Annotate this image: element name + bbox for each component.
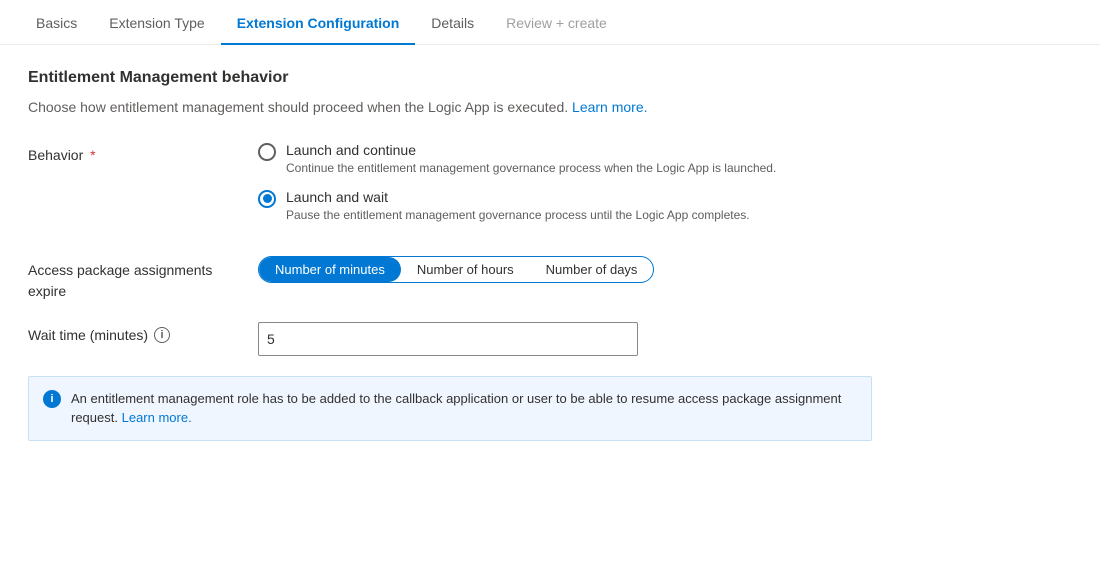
info-banner-text: An entitlement management role has to be… — [71, 389, 857, 428]
radio-desc-launch-continue: Continue the entitlement management gove… — [286, 160, 776, 177]
radio-inner-dot — [263, 194, 272, 203]
wait-time-row: Wait time (minutes) i — [28, 322, 872, 356]
behavior-row: Behavior * Launch and continue Continue … — [28, 142, 872, 236]
radio-button-launch-wait[interactable] — [258, 190, 276, 208]
toggle-minutes[interactable]: Number of minutes — [259, 257, 401, 282]
info-banner-learn-more[interactable]: Learn more. — [122, 410, 192, 425]
tab-extension-type[interactable]: Extension Type — [93, 1, 220, 45]
radio-launch-wait[interactable]: Launch and wait Pause the entitlement ma… — [258, 189, 872, 224]
learn-more-link[interactable]: Learn more. — [572, 99, 647, 115]
radio-launch-continue[interactable]: Launch and continue Continue the entitle… — [258, 142, 872, 177]
access-expire-label: Access package assignments expire — [28, 256, 258, 302]
required-indicator: * — [86, 147, 95, 163]
behavior-options: Launch and continue Continue the entitle… — [258, 142, 872, 236]
radio-text-launch-continue: Launch and continue Continue the entitle… — [286, 142, 776, 177]
info-banner-icon: i — [43, 390, 61, 408]
section-title: Entitlement Management behavior — [28, 69, 872, 87]
wizard-tabs: Basics Extension Type Extension Configur… — [0, 0, 1100, 45]
radio-button-launch-continue[interactable] — [258, 143, 276, 161]
expire-toggle-group: Number of minutes Number of hours Number… — [258, 256, 654, 283]
wait-time-info-icon[interactable]: i — [154, 327, 170, 343]
radio-text-launch-wait: Launch and wait Pause the entitlement ma… — [286, 189, 750, 224]
toggle-days[interactable]: Number of days — [530, 257, 654, 282]
access-expire-row: Access package assignments expire Number… — [28, 256, 872, 302]
info-banner: i An entitlement management role has to … — [28, 376, 872, 441]
behavior-label: Behavior * — [28, 142, 258, 166]
radio-desc-launch-wait: Pause the entitlement management governa… — [286, 207, 750, 224]
tab-details[interactable]: Details — [415, 1, 490, 45]
wait-time-label: Wait time (minutes) i — [28, 322, 258, 346]
tab-basics[interactable]: Basics — [20, 1, 93, 45]
wait-time-input-container — [258, 322, 872, 356]
main-content: Entitlement Management behavior Choose h… — [0, 45, 900, 465]
section-description: Choose how entitlement management should… — [28, 97, 872, 118]
wait-time-input[interactable] — [258, 322, 638, 356]
tab-extension-configuration[interactable]: Extension Configuration — [221, 1, 416, 45]
expire-toggle-group-container: Number of minutes Number of hours Number… — [258, 256, 872, 283]
radio-title-launch-continue: Launch and continue — [286, 142, 776, 158]
radio-title-launch-wait: Launch and wait — [286, 189, 750, 205]
tab-review-create: Review + create — [490, 1, 623, 45]
toggle-hours[interactable]: Number of hours — [401, 257, 530, 282]
